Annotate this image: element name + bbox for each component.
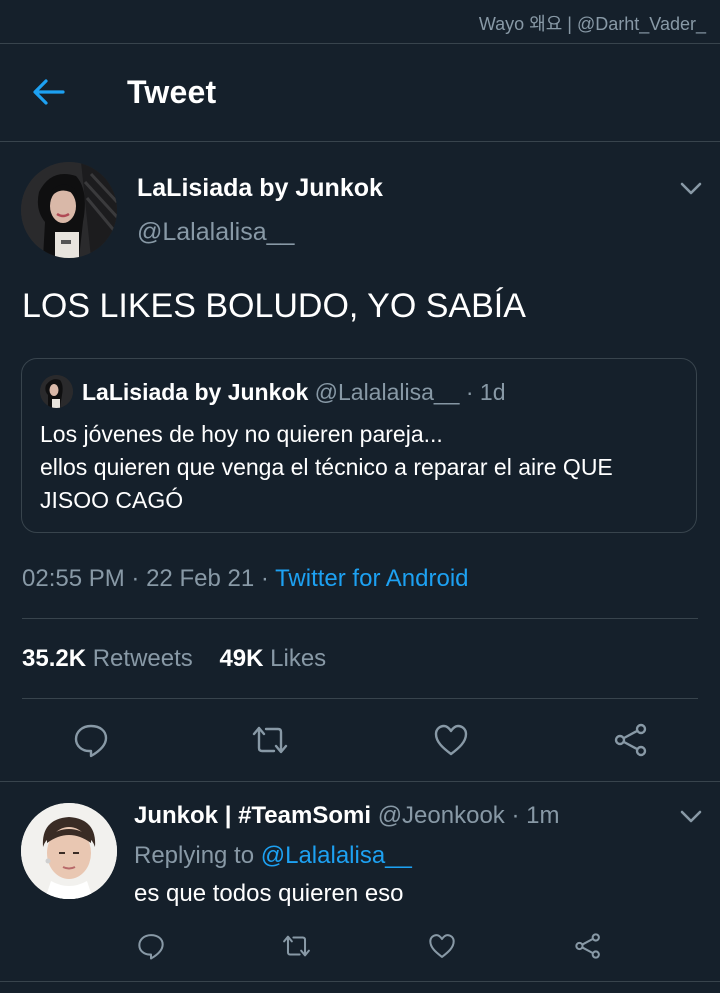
reply-separator: · xyxy=(511,802,520,829)
replying-to-label: Replying to xyxy=(134,842,255,869)
divider xyxy=(22,618,698,619)
reply-author-name[interactable]: Junkok | #TeamSomi xyxy=(134,802,371,829)
reply-age: 1m xyxy=(526,802,560,829)
reply-author-handle[interactable]: @Jeonkook xyxy=(378,802,505,829)
chevron-down-icon[interactable] xyxy=(680,810,702,824)
like-icon[interactable] xyxy=(433,722,469,758)
tweet-meta: 02:55 PM · 22 Feb 21 · Twitter for Andro… xyxy=(22,565,469,593)
chevron-down-icon[interactable] xyxy=(680,182,702,196)
back-arrow-icon[interactable] xyxy=(30,77,66,107)
likes-stat[interactable]: 49K Likes xyxy=(219,645,326,672)
app-header: Tweet xyxy=(0,44,720,141)
divider xyxy=(0,781,720,782)
reply-icon[interactable] xyxy=(137,932,165,960)
share-icon[interactable] xyxy=(613,722,649,758)
likes-count: 49K xyxy=(219,645,264,672)
like-icon[interactable] xyxy=(428,932,456,960)
watermark: Wayo 왜요 | @Darht_Vader_ xyxy=(478,14,706,34)
retweets-count: 35.2K xyxy=(22,645,87,672)
tweet-text: LOS LIKES BOLUDO, YO SABÍA xyxy=(22,287,526,325)
replying-to-handle[interactable]: @Lalalalisa__ xyxy=(261,842,412,869)
retweets-stat[interactable]: 35.2K Retweets xyxy=(22,645,199,672)
divider xyxy=(0,141,720,142)
tweet-time: 02:55 PM xyxy=(22,565,125,592)
reply-icon[interactable] xyxy=(73,722,109,758)
quoted-separator: · xyxy=(465,379,474,405)
quoted-tweet[interactable]: LaLisiada by Junkok @Lalalalisa__ · 1d L… xyxy=(21,358,697,533)
quoted-author-handle: @Lalalalisa__ xyxy=(314,379,460,405)
reply-avatar[interactable] xyxy=(21,803,117,899)
tweet-stats: 35.2K Retweets 49K Likes xyxy=(22,645,326,673)
quoted-avatar xyxy=(40,375,73,408)
author-name[interactable]: LaLisiada by Junkok xyxy=(137,174,383,203)
tweet-source-link[interactable]: Twitter for Android xyxy=(275,565,468,592)
quoted-text-line: ellos quieren que venga el técnico a rep… xyxy=(40,454,613,480)
quoted-text-line: Los jóvenes de hoy no quieren pareja... xyxy=(40,421,443,447)
retweets-label: Retweets xyxy=(92,645,193,672)
quoted-author-name: LaLisiada by Junkok xyxy=(82,379,309,405)
retweet-icon[interactable] xyxy=(281,932,312,960)
reply-text: es que todos quieren eso xyxy=(134,880,404,907)
author-handle[interactable]: @Lalalalisa__ xyxy=(137,218,294,247)
meta-separator: · xyxy=(260,565,269,592)
retweet-icon[interactable] xyxy=(250,722,290,758)
replying-to: Replying to @Lalalalisa__ xyxy=(134,842,412,870)
page-title: Tweet xyxy=(127,74,217,110)
meta-separator: · xyxy=(131,565,140,592)
quoted-age: 1d xyxy=(479,379,506,405)
likes-label: Likes xyxy=(270,645,327,672)
divider xyxy=(0,981,720,982)
avatar[interactable] xyxy=(21,162,117,258)
share-icon[interactable] xyxy=(574,932,602,960)
quoted-text-line: JISOO CAGÓ xyxy=(40,487,184,513)
tweet-date: 22 Feb 21 xyxy=(146,565,255,592)
divider xyxy=(22,698,698,699)
